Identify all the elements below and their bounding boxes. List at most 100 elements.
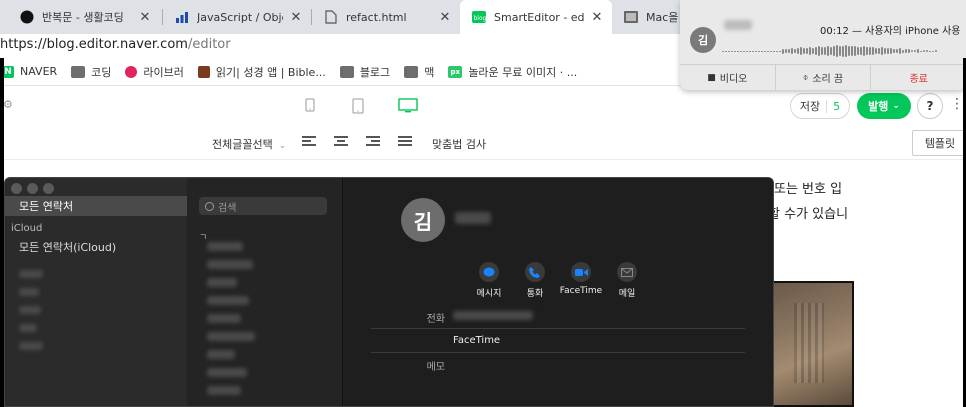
waveform-bar <box>827 45 829 57</box>
tab-label: SmartEditor - editor <box>494 10 584 24</box>
align-justify-icon[interactable] <box>398 136 412 148</box>
sidebar-item-all-contacts[interactable]: 모든 연락처 <box>5 196 187 216</box>
phone-field-label: 전화 <box>426 314 445 325</box>
url-text[interactable]: https://blog.editor.naver.com/editor <box>0 37 231 52</box>
waveform-bar <box>845 45 847 57</box>
tab-label: 반복문 - 생활코딩 <box>42 11 124 24</box>
opentutorials-icon <box>20 10 34 24</box>
call-status-text: 00:12 — 사용자의 iPhone 사용 <box>820 26 961 37</box>
folder-icon <box>339 65 354 78</box>
publish-button[interactable]: 발행 ⌄ <box>857 93 911 119</box>
facetime-call-notification: 김 00:12 — 사용자의 iPhone 사용 ■ 비디오 ⌽ 소리 끔 종료 <box>680 0 966 90</box>
window-edge <box>0 58 4 407</box>
list-item[interactable] <box>207 314 241 323</box>
desktop-view-icon[interactable] <box>398 98 418 117</box>
mail-action-button[interactable]: 메일 <box>604 262 650 299</box>
bookmark-label: 블로그 <box>359 65 391 79</box>
facetime-action-button[interactable]: FaceTime <box>558 262 604 296</box>
waveform-bar <box>791 47 793 55</box>
waveform-bar <box>848 46 850 56</box>
list-item[interactable] <box>207 386 241 395</box>
bookmark-bible[interactable]: 읽기| 성경 앱 | Bible... <box>197 64 326 80</box>
waveform-bar <box>896 48 898 54</box>
url-path: /editor <box>187 37 231 52</box>
list-item[interactable] <box>207 242 243 251</box>
window-minimize-button[interactable] <box>27 183 38 194</box>
help-button[interactable]: ? <box>917 93 943 119</box>
waveform-bar <box>902 49 904 53</box>
index-letter: ㄱ <box>199 233 208 243</box>
list-item[interactable] <box>207 332 255 341</box>
sidebar-item-icloud-all[interactable]: 모든 연락처(iCloud) <box>5 237 187 257</box>
call-action-button[interactable]: 통화 <box>512 262 558 299</box>
waveform-bar <box>755 50 757 52</box>
bookmark-pixabay[interactable]: px 놀라운 무료 이미지 · ... <box>448 64 577 80</box>
caller-name-blurred <box>724 20 752 30</box>
tablet-view-icon[interactable] <box>352 98 364 117</box>
waveform-bar <box>758 50 760 52</box>
tab-mac-usage[interactable]: Mac을 사용 <box>612 0 686 34</box>
end-call-button[interactable]: 종료 <box>871 65 966 90</box>
tab-javascript-object[interactable]: JavaScript / Object / ✕ <box>163 0 311 34</box>
waveform-bar <box>725 50 727 52</box>
template-button[interactable]: 템플릿 <box>912 130 966 156</box>
tab-opentutorials[interactable]: 반복문 - 생활코딩 ✕ <box>8 0 160 34</box>
tab-refact-html[interactable]: refact.html ✕ <box>312 0 460 34</box>
editor-body-text[interactable]: 할 수가 있습니 <box>768 203 848 222</box>
window-close-button[interactable] <box>11 183 22 194</box>
save-count: 5 <box>826 99 840 113</box>
waveform-bar <box>890 47 892 55</box>
waveform-bar <box>752 50 754 52</box>
bookmark-coding[interactable]: 코딩 <box>71 64 111 80</box>
close-icon[interactable]: ✕ <box>289 10 303 25</box>
waveform-bar <box>743 50 745 52</box>
font-select[interactable]: 전체글꼴선택 ⌄ <box>212 136 286 152</box>
close-icon[interactable]: ✕ <box>138 10 152 25</box>
video-icon <box>571 262 591 282</box>
list-item[interactable] <box>207 368 247 377</box>
font-select-label: 전체글꼴선택 <box>212 138 273 151</box>
bookmark-library[interactable]: 라이브러 <box>125 64 184 80</box>
waveform-bar <box>917 49 919 53</box>
list-item[interactable] <box>207 260 253 269</box>
close-icon[interactable]: ✕ <box>590 10 604 25</box>
list-item[interactable] <box>207 278 237 287</box>
bookmark-mac[interactable]: 맥 <box>404 64 434 80</box>
search-icon <box>205 201 214 211</box>
search-input[interactable]: 검색 <box>199 197 327 215</box>
tab-label: refact.html <box>346 10 407 24</box>
bookmark-naver[interactable]: N NAVER <box>2 65 57 78</box>
waveform-bar <box>935 50 937 52</box>
align-right-icon[interactable] <box>366 136 380 148</box>
save-button[interactable]: 저장 5 <box>790 93 850 119</box>
video-button[interactable]: ■ 비디오 <box>680 65 776 90</box>
mobile-view-icon[interactable] <box>305 98 315 115</box>
phone-number-blurred[interactable] <box>453 311 533 320</box>
message-action-button[interactable]: 메시지 <box>466 262 512 299</box>
list-item[interactable] <box>207 350 235 359</box>
waveform-bar <box>839 46 841 56</box>
editor-photo[interactable] <box>772 281 854 407</box>
facetime-field[interactable]: FaceTime <box>453 335 500 346</box>
spell-check-button[interactable]: 맞춤법 검사 <box>432 136 486 152</box>
waveform-bar <box>740 50 742 52</box>
publish-label: 발행 <box>868 100 889 113</box>
settings-gear-icon[interactable]: ⚙ <box>3 98 13 111</box>
audio-waveform <box>722 44 942 58</box>
bookmark-blog[interactable]: 블로그 <box>339 64 391 80</box>
microphone-icon: ⌽ <box>802 72 809 83</box>
more-menu-button[interactable]: ⋮ <box>950 96 964 112</box>
waveform-bar <box>875 47 877 55</box>
align-left-icon[interactable] <box>302 136 316 148</box>
mute-button[interactable]: ⌽ 소리 끔 <box>776 65 872 90</box>
waveform-bar <box>812 47 814 55</box>
mute-label: 소리 끔 <box>812 74 844 85</box>
window-zoom-button[interactable] <box>43 183 54 194</box>
tab-smarteditor[interactable]: blog SmartEditor - editor ✕ <box>460 0 612 34</box>
align-center-icon[interactable] <box>334 136 348 148</box>
waveform-bar <box>785 49 787 53</box>
list-item[interactable] <box>207 296 249 305</box>
close-icon[interactable]: ✕ <box>438 10 452 25</box>
editor-body-text[interactable]: 또는 번호 입 <box>774 178 842 197</box>
waveform-bar <box>905 49 907 53</box>
